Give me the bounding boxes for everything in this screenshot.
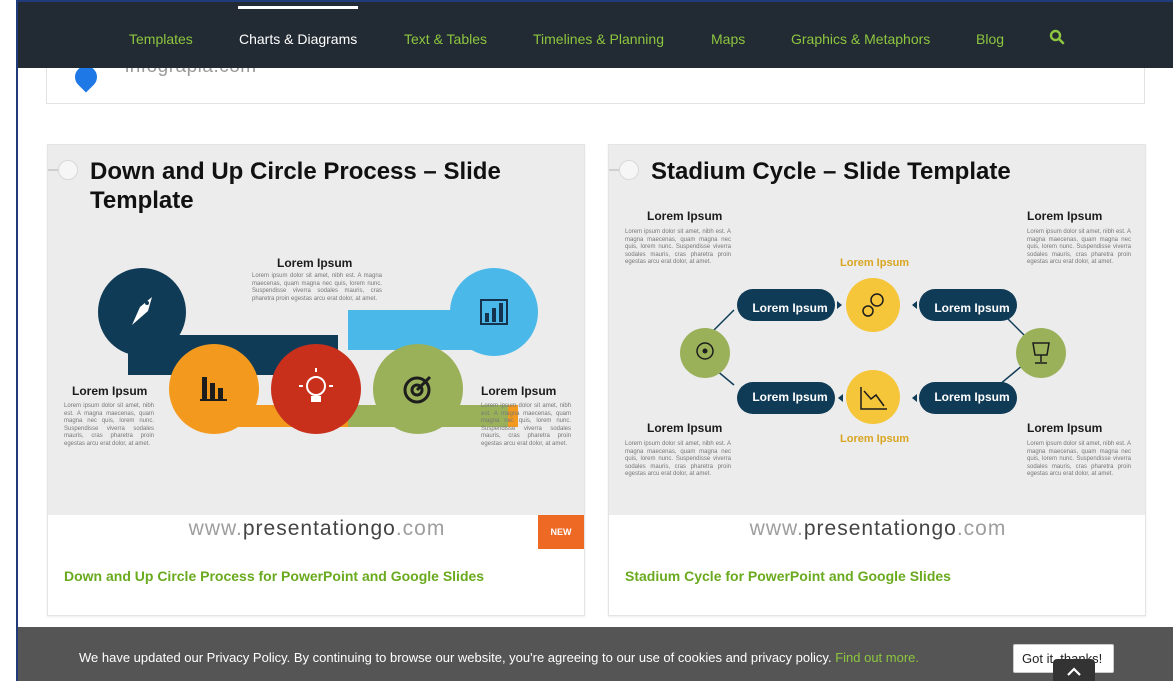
site-brand: presentationgo bbox=[242, 517, 396, 540]
find-out-more-link[interactable]: Find out more. bbox=[835, 650, 919, 665]
slide-title: Stadium Cycle – Slide Template bbox=[651, 158, 1011, 185]
cycle-text-bottom-right: Lorem ipsum dolor sit amet, nibh est. A … bbox=[1027, 441, 1131, 477]
trophy-node bbox=[1016, 328, 1066, 378]
bar-chart-node bbox=[169, 344, 259, 434]
nav-item-text-tables[interactable]: Text & Tables bbox=[404, 31, 487, 47]
cycle-pill-bottom-right: Lorem Ipsum bbox=[934, 390, 1010, 404]
cookie-message: We have updated our Privacy Policy. By c… bbox=[79, 650, 919, 665]
site-prefix: www. bbox=[749, 517, 804, 540]
card-title-link[interactable]: Down and Up Circle Process for PowerPoin… bbox=[64, 568, 484, 584]
cycle-pill-top-left: Lorem Ipsum bbox=[752, 301, 828, 315]
head-gear-node bbox=[680, 328, 730, 378]
new-badge: NEW bbox=[538, 515, 584, 549]
site-brand: presentationgo bbox=[803, 517, 957, 540]
nav-item-templates[interactable]: Templates bbox=[129, 31, 193, 47]
site-prefix: www. bbox=[188, 517, 243, 540]
diagram-label-top: Lorem Ipsum bbox=[277, 256, 353, 270]
cycle-label-top-left: Lorem Ipsum bbox=[647, 209, 723, 223]
search-icon[interactable] bbox=[1049, 29, 1065, 45]
site-suffix: .com bbox=[395, 517, 446, 540]
active-tab-indicator bbox=[238, 6, 358, 9]
slide-preview[interactable]: Down and Up Circle Process – Slide Templ… bbox=[48, 145, 584, 515]
diagram-text-left: Lorem ipsum dolor sit amet, nibh est. A … bbox=[64, 403, 154, 447]
decline-chart-node bbox=[846, 370, 900, 424]
cycle-text-bottom-left: Lorem ipsum dolor sit amet, nibh est. A … bbox=[625, 441, 731, 477]
card-title-link[interactable]: Stadium Cycle for PowerPoint and Google … bbox=[625, 568, 951, 584]
diagram-text-top: Lorem ipsum dolor sit amet, nibh est. A … bbox=[252, 273, 382, 302]
diagram-text-right: Lorem ipsum dolor sit amet, nibh est. A … bbox=[481, 403, 571, 447]
cookie-text: We have updated our Privacy Policy. By c… bbox=[79, 650, 832, 665]
cycle-label-top-right: Lorem Ipsum bbox=[1027, 209, 1103, 223]
template-card[interactable]: Down and Up Circle Process – Slide Templ… bbox=[47, 144, 585, 616]
nav-item-blog[interactable]: Blog bbox=[976, 31, 1004, 47]
nav-item-graphics-metaphors[interactable]: Graphics & Metaphors bbox=[791, 31, 930, 47]
top-navigation: Templates Charts & Diagrams Text & Table… bbox=[18, 2, 1173, 68]
cycle-gold-label-bottom: Lorem Ipsum bbox=[840, 433, 910, 445]
scroll-to-top-button[interactable] bbox=[1053, 659, 1095, 681]
slide-title: Down and Up Circle Process – Slide Templ… bbox=[90, 158, 501, 214]
cycle-pill-top-right: Lorem Ipsum bbox=[934, 301, 1010, 315]
lightbulb-node bbox=[271, 344, 361, 434]
template-card[interactable]: Stadium Cycle – Slide Template Lorem Ips… bbox=[608, 144, 1146, 616]
slide-title-bullet bbox=[58, 160, 78, 180]
chart-node bbox=[450, 268, 538, 356]
gears-node bbox=[846, 278, 900, 332]
site-watermark: www.presentationgo.com bbox=[48, 517, 584, 541]
diagram-label-left: Lorem Ipsum bbox=[72, 384, 148, 398]
nav-item-charts-diagrams[interactable]: Charts & Diagrams bbox=[239, 31, 357, 47]
slide-preview[interactable]: Stadium Cycle – Slide Template Lorem Ips… bbox=[609, 145, 1145, 515]
nav-item-maps[interactable]: Maps bbox=[711, 31, 745, 47]
rocket-node bbox=[98, 268, 186, 356]
cycle-label-bottom-left: Lorem Ipsum bbox=[647, 421, 723, 435]
cycle-text-top-left: Lorem ipsum dolor sit amet, nibh est. A … bbox=[625, 229, 731, 265]
slide-title-bullet bbox=[619, 160, 639, 180]
cycle-pill-bottom-left: Lorem Ipsum bbox=[752, 390, 828, 404]
cookie-banner: We have updated our Privacy Policy. By c… bbox=[18, 627, 1173, 681]
chevron-up-icon bbox=[1067, 667, 1081, 676]
cycle-label-bottom-right: Lorem Ipsum bbox=[1027, 421, 1103, 435]
cycle-gold-label-top: Lorem Ipsum bbox=[840, 257, 910, 269]
site-watermark: www.presentationgo.com bbox=[609, 517, 1145, 541]
site-suffix: .com bbox=[956, 517, 1007, 540]
nav-item-timelines-planning[interactable]: Timelines & Planning bbox=[533, 31, 664, 47]
diagram-label-right: Lorem Ipsum bbox=[481, 384, 557, 398]
target-node bbox=[373, 344, 463, 434]
cycle-text-top-right: Lorem ipsum dolor sit amet, nibh est. A … bbox=[1027, 229, 1131, 265]
stadium-cycle-diagram bbox=[680, 278, 1066, 424]
